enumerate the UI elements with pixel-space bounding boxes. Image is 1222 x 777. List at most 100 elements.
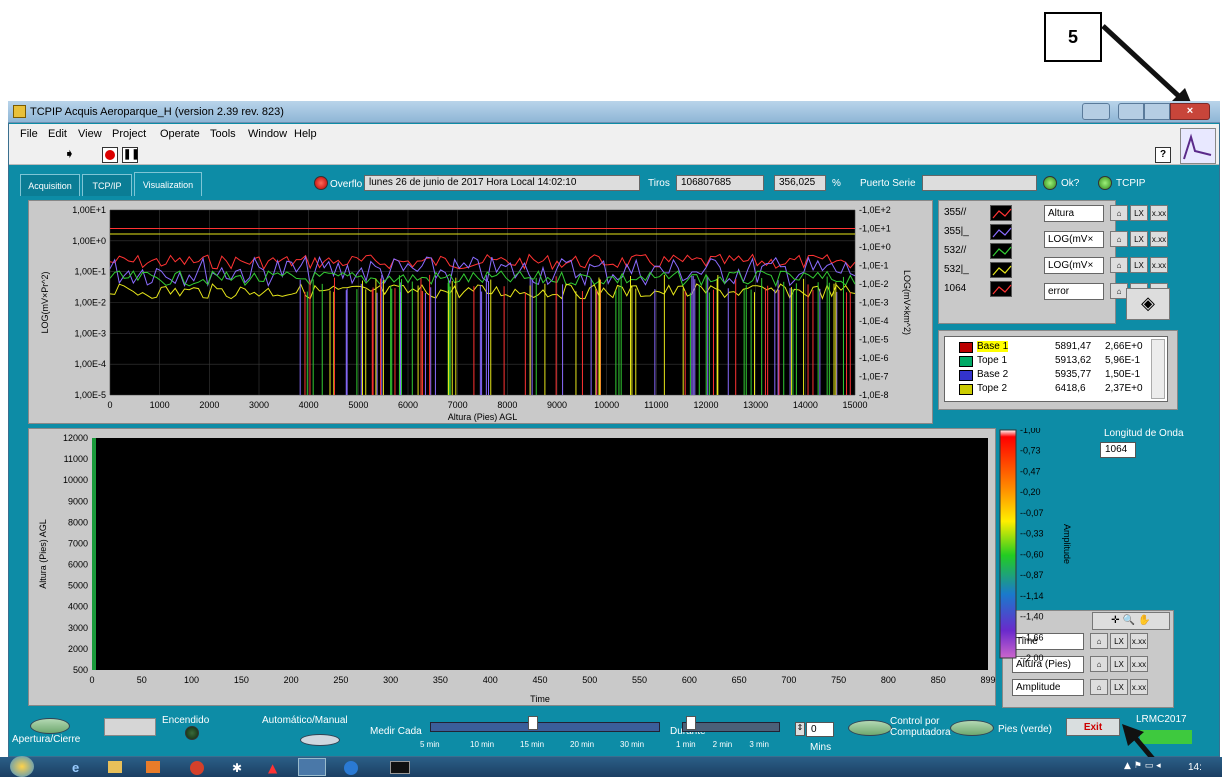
y-tick-label: 3000 xyxy=(68,623,88,633)
status-box xyxy=(104,718,156,736)
menu-file[interactable]: File xyxy=(20,128,38,140)
pies-toggle[interactable] xyxy=(950,720,994,736)
wavelength-field[interactable]: 1064 xyxy=(1100,442,1136,458)
duration-field[interactable]: 0 xyxy=(806,722,834,737)
cursor-name: Tope 1 xyxy=(977,355,1008,366)
colorbar-tick-label: --0,60 xyxy=(1020,549,1044,559)
labview-task-icon[interactable] xyxy=(298,758,326,776)
usb-icon[interactable]: ✱ xyxy=(232,761,242,775)
ie-icon[interactable]: e xyxy=(72,760,86,775)
y-axis-label: Altura (Pies) AGL xyxy=(38,519,48,589)
plot-legend: 355// 355|_ 532// 532|_ 1064 xyxy=(942,204,1030,304)
menu-edit[interactable]: Edit xyxy=(48,128,67,140)
y-tick-label: 12000 xyxy=(63,433,88,443)
cursor-marker-icon xyxy=(959,370,973,381)
tab-visualization[interactable]: Visualization xyxy=(134,172,202,196)
restore-icon[interactable] xyxy=(1082,103,1110,120)
format-icon[interactable]: x.xx xyxy=(1130,679,1148,695)
media-icon[interactable] xyxy=(146,761,160,773)
run-arrow-icon[interactable]: ➧ xyxy=(64,147,75,162)
legend-swatch-icon xyxy=(990,205,1012,221)
durante-slider-thumb[interactable] xyxy=(686,716,696,730)
lock-icon[interactable]: ⌂ xyxy=(1110,257,1128,273)
medir-ticks: 5 min 10 min 15 min 20 min 30 min xyxy=(420,740,670,752)
apertura-toggle[interactable] xyxy=(30,718,70,734)
cursor-y: 2,37E+0 xyxy=(1105,383,1143,394)
chrome-icon[interactable] xyxy=(190,761,204,775)
legend-swatch-icon xyxy=(990,224,1012,240)
colorbar-tick-label: -0,20 xyxy=(1020,487,1041,497)
x-tick-label: 850 xyxy=(931,675,946,685)
cursor-x: 5891,47 xyxy=(1055,341,1092,352)
exit-button[interactable]: Exit xyxy=(1066,718,1120,736)
colorbar-tick-label: -1,00 xyxy=(1020,428,1041,435)
scale-name-field[interactable]: Altura xyxy=(1044,205,1104,222)
autoscale-icon[interactable]: LX xyxy=(1130,257,1148,273)
maximize-icon[interactable] xyxy=(1144,103,1170,120)
matlab-icon[interactable]: ▲ xyxy=(268,761,282,775)
lock-icon[interactable]: ⌂ xyxy=(1090,679,1108,695)
colorbar-tick-label: --1,40 xyxy=(1020,612,1044,622)
x-tick-label: 250 xyxy=(333,675,348,685)
tab-acquisition[interactable]: Acquisition xyxy=(20,174,80,196)
auto-manual-toggle[interactable] xyxy=(300,734,340,746)
format-icon[interactable]: x.xx xyxy=(1130,656,1148,672)
pause-button[interactable]: ❚❚ xyxy=(122,147,140,163)
menu-help[interactable]: Help xyxy=(294,128,317,140)
menu-view[interactable]: View xyxy=(78,128,102,140)
menu-project[interactable]: Project xyxy=(112,128,146,140)
scale-name-field[interactable]: LOG(mV× xyxy=(1044,257,1104,274)
menu-window[interactable]: Window xyxy=(248,128,287,140)
medir-slider[interactable] xyxy=(430,722,660,732)
autoscale-icon[interactable]: LX xyxy=(1110,633,1128,649)
cursor-row[interactable]: Base 2 5935,77 1,50E-1 xyxy=(945,369,1151,382)
format-icon[interactable]: x.xx xyxy=(1150,205,1168,221)
lock-icon[interactable]: ⌂ xyxy=(1110,231,1128,247)
cursor-marker-icon xyxy=(959,384,973,395)
cursor-row[interactable]: Tope 2 6418,6 2,37E+0 xyxy=(945,383,1151,396)
graph-palette[interactable]: ✛ 🔍 ✋ xyxy=(1092,612,1170,630)
pan-diamond-icon[interactable]: ◈ xyxy=(1126,288,1170,320)
lock-icon[interactable]: ⌂ xyxy=(1110,205,1128,221)
control-toggle[interactable] xyxy=(848,720,892,736)
format-icon[interactable]: x.xx xyxy=(1150,231,1168,247)
scale-name-field[interactable]: error xyxy=(1044,283,1104,300)
legend-label: 1064 xyxy=(944,283,967,294)
help-icon[interactable]: ? xyxy=(1155,147,1171,163)
x-tick-label: 300 xyxy=(383,675,398,685)
format-icon[interactable]: x.xx xyxy=(1150,257,1168,273)
y-tick-label: 8000 xyxy=(68,517,88,527)
x-tick-label: 350 xyxy=(433,675,448,685)
close-icon[interactable]: × xyxy=(1170,103,1210,120)
medir-slider-thumb[interactable] xyxy=(528,716,538,730)
autoscale-icon[interactable]: LX xyxy=(1130,231,1148,247)
cursor-row[interactable]: Base 1 5891,47 2,66E+0 xyxy=(945,341,1151,354)
y-right-tick-label: -1,0E-7 xyxy=(859,372,889,382)
slider-tick-label: 5 min xyxy=(420,740,440,749)
autoscale-icon[interactable]: LX xyxy=(1110,656,1128,672)
terminal-icon[interactable] xyxy=(390,761,410,774)
cursor-scrollbar[interactable] xyxy=(1151,339,1165,399)
start-button[interactable] xyxy=(10,756,34,777)
ok-led xyxy=(1043,176,1057,190)
explorer-icon[interactable] xyxy=(108,761,122,773)
format-icon[interactable]: x.xx xyxy=(1130,633,1148,649)
minimize-icon[interactable] xyxy=(1118,103,1144,120)
durante-slider[interactable] xyxy=(682,722,780,732)
overflow-led xyxy=(314,176,328,190)
autoscale-icon[interactable]: LX xyxy=(1130,205,1148,221)
menu-tools[interactable]: Tools xyxy=(210,128,236,140)
scale-name-field[interactable]: LOG(mV× xyxy=(1044,231,1104,248)
colorbar-tick-label: -0,73 xyxy=(1020,446,1041,456)
network-task-icon[interactable] xyxy=(344,761,358,775)
scale-name-field[interactable]: Amplitude xyxy=(1012,679,1084,696)
menu-operate[interactable]: Operate xyxy=(160,128,200,140)
autoscale-icon[interactable]: LX xyxy=(1110,679,1128,695)
x-tick-label: 15000 xyxy=(842,400,867,410)
abort-button[interactable] xyxy=(102,147,118,163)
cursor-row[interactable]: Tope 1 5913,62 5,96E-1 xyxy=(945,355,1151,368)
apertura-label: Apertura/Cierre xyxy=(12,734,81,745)
tab-tcpip[interactable]: TCP/IP xyxy=(82,174,132,196)
colorbar-tick-label: --0,87 xyxy=(1020,570,1044,580)
numeric-stepper[interactable]: ⇕ xyxy=(795,722,805,736)
